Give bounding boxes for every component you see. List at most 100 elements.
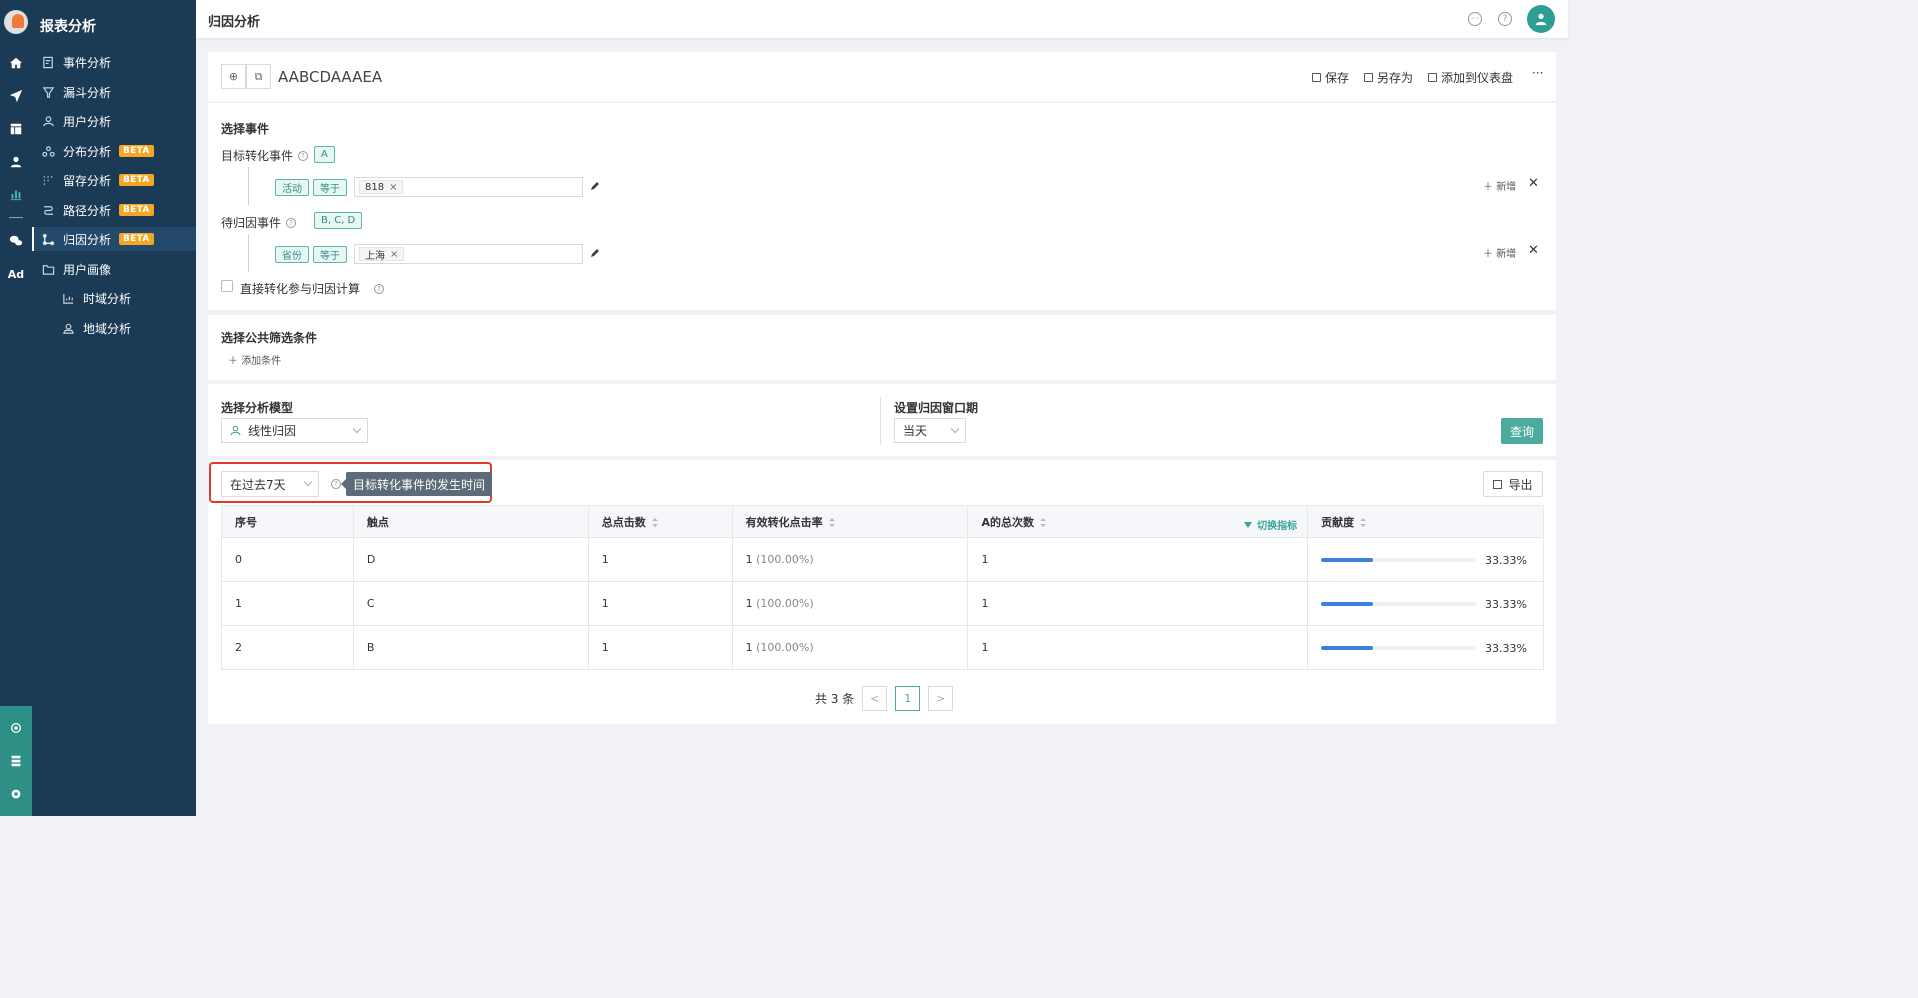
target-event-tag[interactable]: A [314, 146, 335, 163]
filter-operator-tag[interactable]: 等于 [313, 179, 347, 196]
beta-badge: BETA [119, 174, 154, 186]
sort-icon[interactable] [1360, 518, 1367, 527]
sidebar-item-time-analysis[interactable]: 时域分析 [32, 286, 196, 310]
filter-field-tag[interactable]: 活动 [275, 179, 309, 196]
save-icon [1312, 73, 1321, 82]
add-filter-button[interactable]: ＋ 新增 [1483, 178, 1516, 193]
save-button[interactable]: 保存 [1312, 69, 1349, 86]
model-select[interactable]: 线性归因 [221, 418, 368, 443]
ad-icon[interactable]: Ad [0, 262, 32, 286]
cell-index: 1 [221, 581, 354, 626]
save-as-button[interactable]: 另存为 [1364, 69, 1413, 86]
app-logo[interactable] [4, 10, 28, 34]
sidebar-item-event-analysis[interactable]: 事件分析 [32, 50, 196, 74]
help-icon[interactable]: ? [374, 283, 385, 294]
report-name[interactable]: AABCDAAAEA [278, 68, 382, 86]
sidebar-item-retention-analysis[interactable]: 留存分析 BETA [32, 168, 196, 192]
copy-icon[interactable]: ⧉ [246, 64, 271, 89]
help-icon[interactable]: ? [1498, 12, 1512, 26]
close-icon[interactable]: ✕ [1528, 176, 1539, 191]
cell-clicks: 1 [588, 537, 733, 582]
edit-icon[interactable] [590, 181, 600, 191]
column-header: 触点 [353, 505, 589, 538]
cell-total: 1 [967, 625, 1309, 670]
contribution-value: 33.33% [1485, 554, 1527, 567]
target-event-label: 目标转化事件? [221, 147, 309, 164]
export-label: 导出 [1508, 477, 1533, 492]
sort-icon[interactable] [1039, 518, 1046, 527]
add-circle-icon[interactable]: ⊕ [221, 64, 246, 89]
column-header[interactable]: A的总次数 切换指标 [967, 505, 1309, 538]
column-header[interactable]: 总点击数 [588, 505, 733, 538]
close-icon[interactable]: ✕ [1528, 243, 1539, 258]
next-page-button[interactable]: > [928, 686, 954, 711]
home-icon[interactable] [0, 51, 32, 75]
filter-value-input[interactable]: 818 × [354, 177, 583, 197]
settings-icon[interactable] [0, 782, 32, 806]
help-icon[interactable]: ? [331, 479, 341, 489]
common-filter-panel: 选择公共筛选条件 ＋ 添加条件 [208, 315, 1556, 380]
bar-chart-icon[interactable] [0, 182, 32, 206]
add-to-dashboard-button[interactable]: 添加到仪表盘 [1428, 69, 1513, 86]
direct-conversion-checkbox[interactable] [221, 280, 233, 292]
page-1-button[interactable]: 1 [895, 686, 921, 711]
column-header[interactable]: 贡献度 [1307, 505, 1544, 538]
more-button[interactable]: ··· [1532, 66, 1543, 80]
connector-line [248, 167, 249, 205]
help-icon[interactable]: ? [298, 150, 309, 161]
window-select[interactable]: 当天 [894, 418, 966, 443]
top-bar: 归因分析 ··· ? [196, 0, 1568, 38]
sidebar-item-user-analysis[interactable]: 用户分析 [32, 109, 196, 133]
date-range-select[interactable]: 在过去7天 [221, 471, 319, 497]
sidebar-item-region-analysis[interactable]: 地域分析 [32, 316, 196, 340]
filter-field-tag[interactable]: 省份 [275, 246, 309, 263]
beta-badge: BETA [119, 233, 154, 245]
sort-icon[interactable] [651, 518, 658, 527]
sidebar-item-label: 路径分析 [63, 203, 112, 218]
switch-metric-button[interactable]: 切换指标 [1244, 517, 1297, 532]
chevron-down-icon [352, 424, 362, 434]
save-label: 保存 [1325, 71, 1350, 85]
model-panel: 选择分析模型 线性归因 设置归因窗口期 当天 查询 [208, 384, 1556, 456]
filter-value-input[interactable]: 上海 × [354, 244, 583, 264]
sidebar-item-user-portrait[interactable]: 用户画像 [32, 257, 196, 281]
cell-rate: 1 (100.00%) [732, 581, 969, 626]
export-button[interactable]: 导出 [1483, 471, 1543, 497]
column-header[interactable]: 有效转化点击率 [732, 505, 969, 538]
total-count: 共 3 条 [815, 692, 855, 706]
cell-clicks: 1 [588, 625, 733, 670]
tooltip: 目标转化事件的发生时间 [340, 472, 493, 496]
close-icon[interactable]: × [389, 182, 397, 193]
add-condition-button[interactable]: ＋ 添加条件 [228, 352, 281, 367]
team-icon[interactable] [0, 716, 32, 740]
help-icon[interactable]: ? [286, 217, 297, 228]
pending-event-tag[interactable]: B, C, D [314, 212, 363, 229]
header-text: A的总次数 [981, 515, 1034, 529]
avatar[interactable] [1527, 5, 1555, 33]
query-button[interactable]: 查询 [1501, 418, 1543, 444]
window-section-title: 设置归因窗口期 [894, 401, 979, 415]
close-icon[interactable]: × [390, 249, 398, 260]
send-icon[interactable] [0, 84, 32, 108]
layout-icon[interactable] [0, 117, 32, 141]
edit-icon[interactable] [590, 248, 600, 258]
person-icon[interactable] [0, 150, 32, 174]
value-chip: 上海 × [359, 247, 405, 262]
message-icon[interactable]: ··· [1468, 12, 1482, 26]
server-icon[interactable] [0, 749, 32, 773]
sidebar-item-funnel-analysis[interactable]: 漏斗分析 [32, 80, 196, 104]
sidebar-item-distribution-analysis[interactable]: 分布分析 BETA [32, 139, 196, 163]
chevron-down-icon [303, 477, 313, 487]
wechat-icon[interactable] [0, 229, 32, 253]
target-event-text: 目标转化事件 [221, 149, 294, 163]
filter-operator-tag[interactable]: 等于 [313, 246, 347, 263]
add-filter-button[interactable]: ＋ 新增 [1483, 245, 1516, 260]
header-text: 触点 [366, 515, 389, 529]
prev-page-button[interactable]: < [862, 686, 888, 711]
funnel-icon [42, 86, 55, 98]
result-panel: 在过去7天 ? 目标转化事件的发生时间 导出 序号 触点 总点击数 有效转化点击… [208, 460, 1556, 724]
sidebar-item-attribution-analysis[interactable]: 归因分析 BETA [32, 227, 196, 251]
sort-icon[interactable] [828, 518, 835, 527]
sidebar-item-label: 归因分析 [63, 232, 112, 247]
sidebar-item-path-analysis[interactable]: 路径分析 BETA [32, 198, 196, 222]
